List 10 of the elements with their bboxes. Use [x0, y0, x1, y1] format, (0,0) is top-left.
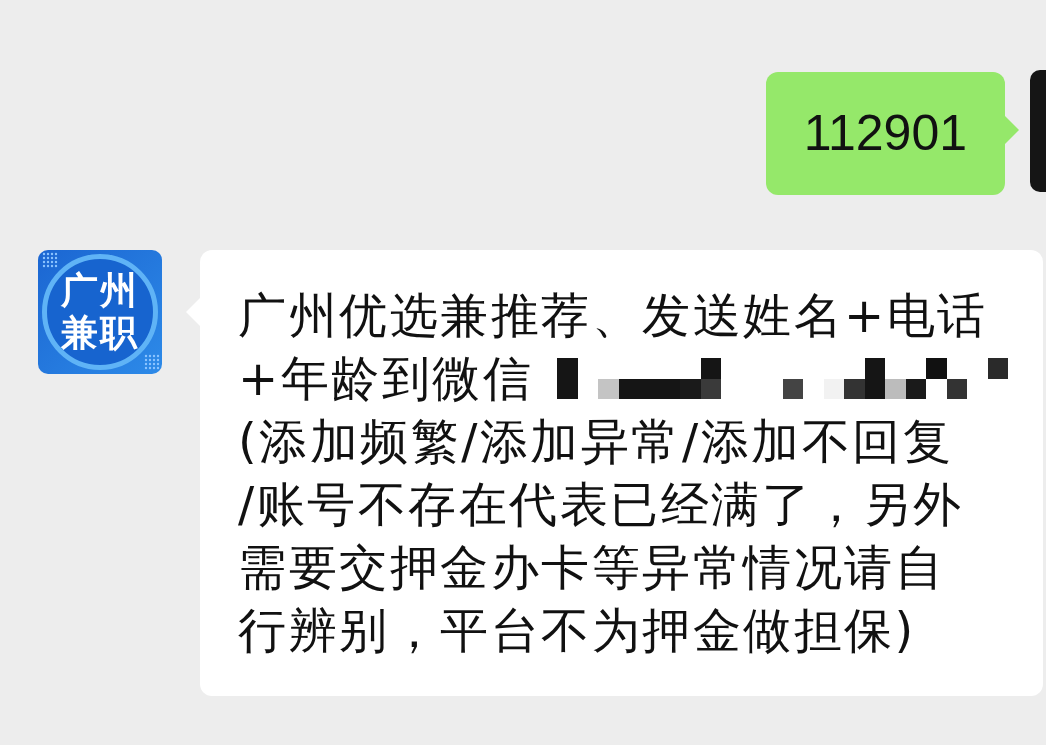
message-text: 行辨别，平台不为押金做担保) — [238, 601, 916, 660]
message-text: 需要交押金办卡等异常情况请自 — [238, 538, 945, 597]
dot-grid-icon — [144, 354, 160, 370]
message-text: 112901 — [803, 104, 967, 163]
message-text: /账号不存在代表已经满了，另外 — [238, 475, 964, 534]
logo-text: 广州兼职 — [60, 270, 140, 354]
dot-grid-icon — [42, 252, 58, 268]
message-text: 广州优选兼推荐、发送姓名+电话 — [238, 286, 988, 345]
message-text: (添加频繁/添加异常/添加不回复 — [238, 412, 954, 471]
message-text: +年龄到微信 — [238, 349, 534, 408]
